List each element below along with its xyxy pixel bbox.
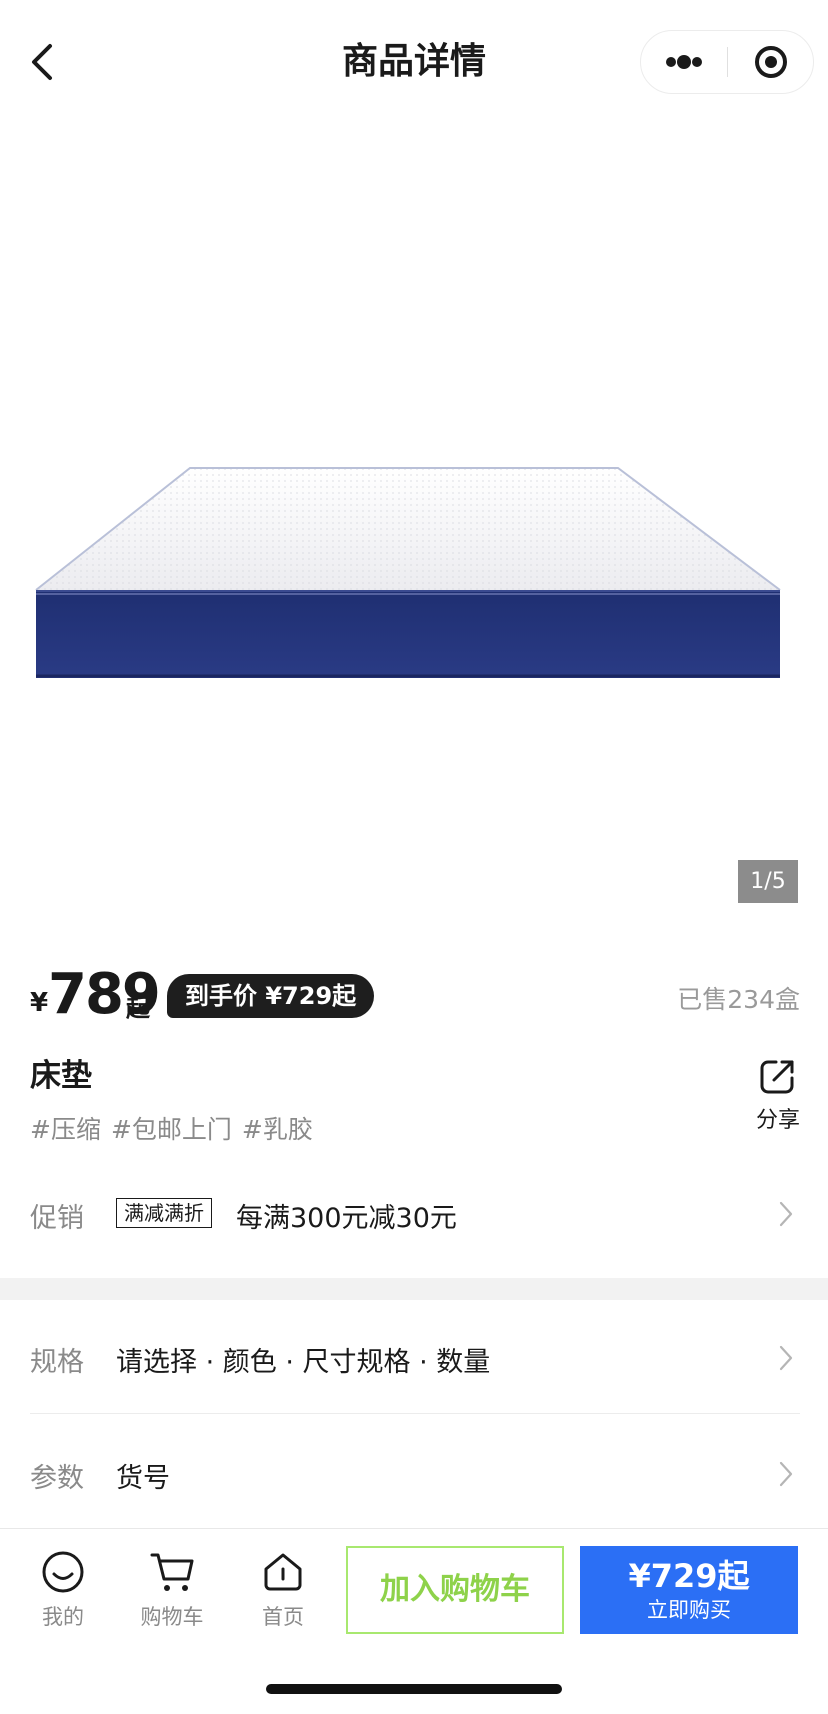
buy-now-button[interactable]: ¥729起 立即购买 [580,1546,798,1634]
promotion-row[interactable]: 促销 满减满折 每满300元减30元 [30,1188,800,1240]
final-price-badge: 到手价 ¥729起 [167,974,375,1018]
row-divider [30,1413,800,1414]
product-image-gallery[interactable]: 1/5 [0,124,828,924]
chevron-right-icon [779,1345,793,1371]
price-suffix: 起 [126,994,150,1022]
spec-selection-row[interactable]: 规格 请选择 · 颜色 · 尺寸规格 · 数量 [30,1330,800,1386]
more-dots-icon [666,55,702,69]
nav-mine[interactable]: 我的 [18,1549,108,1631]
product-title: 床垫 [30,1058,92,1094]
tag-item: #乳胶 [241,1115,313,1144]
home-icon [264,1553,302,1591]
mattress-product-image [35,467,781,678]
cart-icon [150,1553,194,1591]
share-label: 分享 [755,1108,800,1133]
promotion-tag: 满减满折 [116,1198,212,1228]
parameters-value: 货号 [116,1463,170,1494]
tag-item: #包邮上门 [110,1115,232,1144]
nav-cart-label: 购物车 [140,1605,204,1629]
section-divider [0,1278,828,1300]
nav-cart[interactable]: 购物车 [127,1549,217,1631]
product-tags: #压缩 #包邮上门 #乳胶 [30,1112,323,1148]
price-row: ¥ 789 起 到手价 ¥729起 已售234盒 [30,960,800,1030]
gallery-page-indicator: 1/5 [738,860,798,903]
currency-symbol: ¥ [30,988,49,1018]
buy-now-label: 立即购买 [647,1598,731,1622]
sold-count: 已售234盒 [677,985,800,1014]
close-miniprogram-button[interactable] [728,31,814,93]
spec-value: 请选择 · 颜色 · 尺寸规格 · 数量 [116,1347,491,1378]
nav-home-label: 首页 [262,1605,304,1629]
promotion-label: 促销 [30,1203,84,1234]
target-close-icon [755,46,787,78]
spec-label: 规格 [30,1347,84,1378]
promotion-text: 每满300元减30元 [236,1203,457,1234]
tag-item: #压缩 [30,1115,101,1144]
nav-home[interactable]: 首页 [238,1549,328,1631]
more-button[interactable] [641,31,727,93]
navigation-header: 商品详情 [0,0,828,124]
mini-program-capsule [640,30,814,94]
home-indicator [266,1684,562,1694]
nav-mine-label: 我的 [42,1605,84,1629]
chevron-right-icon [779,1461,793,1487]
add-to-cart-button[interactable]: 加入购物车 [346,1546,564,1634]
buy-now-price: ¥729起 [628,1557,750,1595]
share-button[interactable]: 分享 [748,1056,808,1138]
chevron-right-icon [779,1201,793,1227]
parameters-row[interactable]: 参数 货号 [30,1446,800,1502]
parameters-label: 参数 [30,1463,84,1494]
share-icon [760,1060,794,1094]
smile-icon [42,1551,84,1593]
